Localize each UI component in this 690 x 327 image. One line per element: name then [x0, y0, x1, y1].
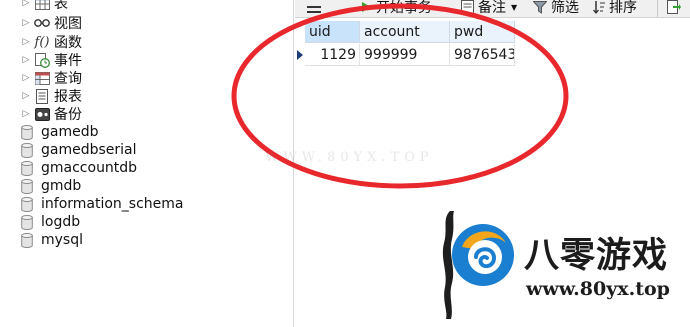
database-item[interactable]: mysql — [19, 231, 83, 249]
database-label: gmaccountdb — [41, 160, 138, 176]
sort-label: 排序 — [609, 0, 637, 16]
report-icon — [34, 88, 50, 104]
tree-node-label: 视图 — [54, 16, 82, 32]
database-item[interactable]: gamedb — [19, 123, 99, 141]
current-row-marker-icon — [295, 44, 305, 66]
logo-brand-name: 八零游戏 — [524, 236, 669, 276]
database-item[interactable]: information_schema — [19, 195, 184, 213]
cell-account[interactable]: 999999 — [360, 44, 450, 66]
database-label: mysql — [41, 232, 83, 248]
tree-node-events[interactable]: ▷ 事件 — [20, 51, 82, 69]
database-label: logdb — [41, 214, 81, 230]
hamburger-icon — [307, 6, 321, 13]
database-icon — [19, 142, 35, 158]
database-item[interactable]: gamedbserial — [19, 141, 137, 159]
column-header-account[interactable]: account — [360, 21, 450, 43]
database-icon — [19, 178, 35, 194]
expand-arrow-icon[interactable]: ▷ — [20, 109, 32, 119]
database-icon — [19, 196, 35, 212]
begin-transaction-label: 开始事务 — [376, 0, 432, 16]
expand-arrow-icon[interactable]: ▷ — [20, 55, 32, 65]
logo-url: www.80yx.top — [526, 278, 670, 300]
sort-icon — [593, 1, 605, 14]
menu-button[interactable] — [307, 0, 325, 17]
tree-node-queries[interactable]: ▷ 查询 — [20, 69, 82, 87]
expand-arrow-icon[interactable]: ▷ — [20, 37, 32, 47]
tree-node-label: 报表 — [54, 89, 82, 105]
expand-arrow-icon[interactable]: ▷ — [20, 0, 32, 8]
import-button[interactable] — [667, 0, 685, 17]
tree-node-backups[interactable]: ▷ 备份 — [20, 105, 82, 123]
swirl-emblem-icon — [452, 224, 514, 286]
import-icon — [667, 0, 681, 14]
navigation-tree: ▷ 表 ▷ 视图 ▷ f() 函数 ▷ 事件 ▷ 查询 ▷ 报表 ▷ 备份 ga… — [0, 0, 294, 327]
table-icon — [34, 0, 50, 11]
expand-arrow-icon[interactable]: ▷ — [20, 91, 32, 101]
filter-button[interactable]: 筛选 — [533, 0, 579, 17]
tree-node-label: 表 — [54, 0, 68, 12]
column-header-pwd[interactable]: pwd — [450, 21, 515, 43]
tree-node-views[interactable]: ▷ 视图 — [20, 14, 82, 32]
column-header-uid[interactable]: uid — [305, 21, 360, 43]
memo-button[interactable]: 备注 ▼ — [461, 0, 518, 17]
memo-icon — [461, 0, 474, 14]
tree-node-label: 备份 — [54, 107, 82, 123]
memo-label: 备注 — [478, 0, 506, 16]
function-icon: f() — [34, 34, 50, 50]
database-label: gmdb — [41, 178, 82, 194]
funnel-icon — [533, 0, 547, 14]
database-label: gamedbserial — [41, 142, 137, 158]
database-item[interactable]: gmaccountdb — [19, 159, 137, 177]
expand-arrow-icon[interactable]: ▷ — [20, 73, 32, 83]
backup-icon — [34, 106, 50, 122]
tree-node-tables[interactable]: ▷ 表 — [20, 0, 68, 12]
database-label: information_schema — [41, 196, 184, 212]
query-icon — [34, 70, 50, 86]
tree-node-label: 查询 — [54, 71, 82, 87]
database-icon — [19, 160, 35, 176]
view-icon — [34, 15, 50, 31]
data-toolbar: 开始事务 备注 ▼ 筛选 排序 — [295, 0, 690, 18]
filter-label: 筛选 — [551, 0, 579, 16]
database-item[interactable]: gmdb — [19, 177, 81, 195]
sort-button[interactable]: 排序 — [593, 0, 637, 17]
expand-arrow-icon[interactable]: ▷ — [20, 18, 32, 28]
tree-node-reports[interactable]: ▷ 报表 — [20, 87, 82, 105]
database-icon — [19, 124, 35, 140]
tree-node-functions[interactable]: ▷ f() 函数 — [20, 33, 82, 52]
cell-uid[interactable]: 1129 — [305, 44, 360, 66]
tree-node-label: 函数 — [54, 35, 82, 51]
watermark-text: WWW.80YX.TOP — [265, 150, 434, 165]
toolbar-separator — [657, 0, 658, 17]
cell-pwd[interactable]: 9876543 — [450, 44, 515, 66]
site-logo: 八零游戏 www.80yx.top — [430, 205, 690, 327]
play-icon — [362, 2, 371, 12]
database-icon — [19, 232, 35, 248]
database-icon — [19, 214, 35, 230]
dropdown-caret-icon: ▼ — [511, 2, 518, 12]
database-item[interactable]: logdb — [19, 213, 80, 231]
begin-transaction-button[interactable]: 开始事务 — [361, 0, 432, 17]
database-label: gamedb — [41, 124, 99, 140]
event-clock-icon — [34, 52, 50, 68]
tree-node-label: 事件 — [54, 53, 82, 69]
